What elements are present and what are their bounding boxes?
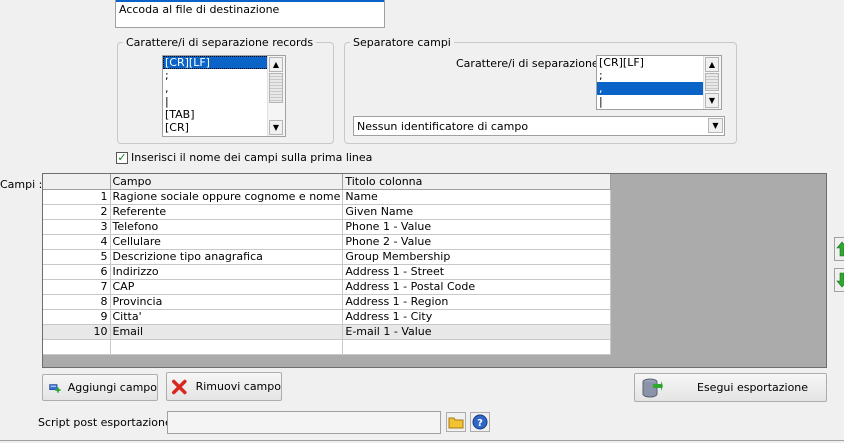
- column-header-titolo[interactable]: Titolo colonna: [342, 174, 612, 190]
- cell-titolo[interactable]: E-mail 1 - Value: [342, 324, 612, 340]
- row-number[interactable]: 6: [43, 264, 111, 280]
- help-button[interactable]: ?: [470, 412, 490, 432]
- folder-icon: [448, 417, 464, 429]
- scroll-up-icon[interactable]: ▲: [705, 57, 719, 72]
- run-export-button[interactable]: Esegui esportazione: [634, 373, 827, 402]
- cell-campo[interactable]: Indirizzo: [110, 264, 344, 280]
- insert-names-option[interactable]: ✓ Inserisci il nome dei campi sulla prim…: [116, 151, 372, 164]
- row-number[interactable]: 4: [43, 234, 111, 250]
- bottom-divider: [0, 440, 844, 441]
- table-row[interactable]: 3 Telefono Phone 1 - Value: [43, 219, 612, 235]
- cell-titolo[interactable]: Given Name: [342, 204, 612, 220]
- scroll-down-icon[interactable]: ▼: [269, 120, 283, 135]
- checkmark-icon: ✓: [117, 151, 127, 164]
- records-separator-listbox[interactable]: [CR][LF];, | [TAB] [CR] ▲ ▼: [162, 55, 286, 137]
- row-number[interactable]: 10: [43, 324, 111, 340]
- row-number[interactable]: 5: [43, 249, 111, 265]
- cell-campo[interactable]: Cellulare: [110, 234, 344, 250]
- cell-campo[interactable]: Ragione sociale oppure cognome e nome: [110, 189, 344, 205]
- svg-text:?: ?: [477, 418, 483, 429]
- scroll-down-icon[interactable]: ▼: [705, 93, 719, 108]
- column-header-campo[interactable]: Campo: [110, 174, 344, 190]
- scroll-thumb[interactable]: [705, 73, 719, 91]
- cell-titolo[interactable]: Address 1 - City: [342, 309, 612, 325]
- scroll-thumb[interactable]: [269, 73, 283, 103]
- browse-folder-button[interactable]: [446, 412, 466, 432]
- chevron-down-icon[interactable]: ▼: [708, 118, 723, 133]
- row-number[interactable]: 9: [43, 309, 111, 325]
- table-row[interactable]: 4 Cellulare Phone 2 - Value: [43, 234, 612, 250]
- list-item[interactable]: Accoda al file di destinazione: [119, 3, 279, 16]
- combo-value: Nessun identificatore di campo: [357, 120, 529, 133]
- remove-field-button[interactable]: Rimuovi campo: [166, 372, 282, 401]
- empty-cell[interactable]: [342, 339, 612, 355]
- field-separator-listbox[interactable]: [CR][LF];, | ▲ ▼: [596, 55, 722, 110]
- cell-campo[interactable]: Provincia: [110, 294, 344, 310]
- cell-campo[interactable]: Descrizione tipo anagrafica: [110, 249, 344, 265]
- fields-table: Campo Titolo colonna 1 Ragione sociale op…: [43, 174, 612, 355]
- remove-x-icon: [172, 379, 187, 394]
- separator-chars-label: Carattere/i di separazione :: [456, 57, 606, 70]
- add-field-icon: [49, 383, 61, 393]
- fields-label: Campi :: [0, 178, 43, 191]
- add-field-button[interactable]: Aggiungi campo: [42, 374, 158, 401]
- cell-titolo[interactable]: Phone 2 - Value: [342, 234, 612, 250]
- cell-titolo[interactable]: Address 1 - Postal Code: [342, 279, 612, 295]
- row-number[interactable]: 3: [43, 219, 111, 235]
- cell-titolo[interactable]: Group Membership: [342, 249, 612, 265]
- fields-grid[interactable]: Campo Titolo colonna 1 Ragione sociale op…: [42, 173, 827, 368]
- append-mode-list[interactable]: Accoda al file di destinazione: [115, 0, 385, 28]
- arrow-up-icon: [835, 241, 844, 257]
- row-number-header: [43, 174, 111, 190]
- empty-cell[interactable]: [43, 339, 111, 355]
- table-row[interactable]: 7 CAP Address 1 - Postal Code: [43, 279, 612, 295]
- row-number[interactable]: 2: [43, 204, 111, 220]
- post-script-label: Script post esportazione :: [38, 416, 179, 429]
- table-row[interactable]: 8 Provincia Address 1 - Region: [43, 294, 612, 310]
- scroll-up-icon[interactable]: ▲: [269, 57, 283, 72]
- row-number[interactable]: 1: [43, 189, 111, 205]
- field-listbox-scrollbar[interactable]: ▲ ▼: [703, 56, 721, 109]
- cell-campo[interactable]: Email: [110, 324, 344, 340]
- remove-field-label: Rimuovi campo: [195, 380, 281, 393]
- move-up-button[interactable]: [834, 237, 844, 261]
- row-number[interactable]: 7: [43, 279, 111, 295]
- cell-campo[interactable]: CAP: [110, 279, 344, 295]
- records-separator-title: Carattere/i di separazione records: [123, 36, 317, 49]
- post-script-input[interactable]: [167, 411, 441, 434]
- cell-campo[interactable]: Citta': [110, 309, 344, 325]
- table-row[interactable]: 1 Ragione sociale oppure cognome e nome Na…: [43, 189, 612, 205]
- cell-titolo[interactable]: Name: [342, 189, 612, 205]
- cell-titolo[interactable]: Address 1 - Region: [342, 294, 612, 310]
- arrow-down-icon: [835, 272, 844, 288]
- cell-campo[interactable]: Telefono: [110, 219, 344, 235]
- run-export-label: Esegui esportazione: [697, 381, 809, 394]
- cell-campo[interactable]: Referente: [110, 204, 344, 220]
- help-icon: ?: [472, 414, 488, 430]
- empty-cell[interactable]: [110, 339, 344, 355]
- field-separator-title: Separatore campi: [350, 36, 454, 49]
- move-down-button[interactable]: [834, 268, 844, 292]
- records-listbox-scrollbar[interactable]: ▲ ▼: [267, 56, 285, 136]
- table-row[interactable]: 5 Descrizione tipo anagrafica Group Member…: [43, 249, 612, 265]
- insert-names-label: Inserisci il nome dei campi sulla prima …: [131, 151, 373, 164]
- add-field-label: Aggiungi campo: [67, 381, 157, 394]
- insert-names-checkbox[interactable]: ✓: [116, 151, 128, 164]
- database-export-icon: [642, 378, 663, 397]
- table-row[interactable]: 9 Citta' Address 1 - City: [43, 309, 612, 325]
- table-row[interactable]: 6 Indirizzo Address 1 - Street: [43, 264, 612, 280]
- empty-new-row[interactable]: [43, 339, 612, 355]
- row-number[interactable]: 8: [43, 294, 111, 310]
- table-row[interactable]: 2 Referente Given Name: [43, 204, 612, 220]
- table-row[interactable]: 10 Email E-mail 1 - Value: [43, 324, 612, 340]
- cell-titolo[interactable]: Address 1 - Street: [342, 264, 612, 280]
- field-identifier-combo[interactable]: Nessun identificatore di campo ▼: [353, 116, 725, 136]
- list-selection-bar: [116, 0, 384, 2]
- cell-titolo[interactable]: Phone 1 - Value: [342, 219, 612, 235]
